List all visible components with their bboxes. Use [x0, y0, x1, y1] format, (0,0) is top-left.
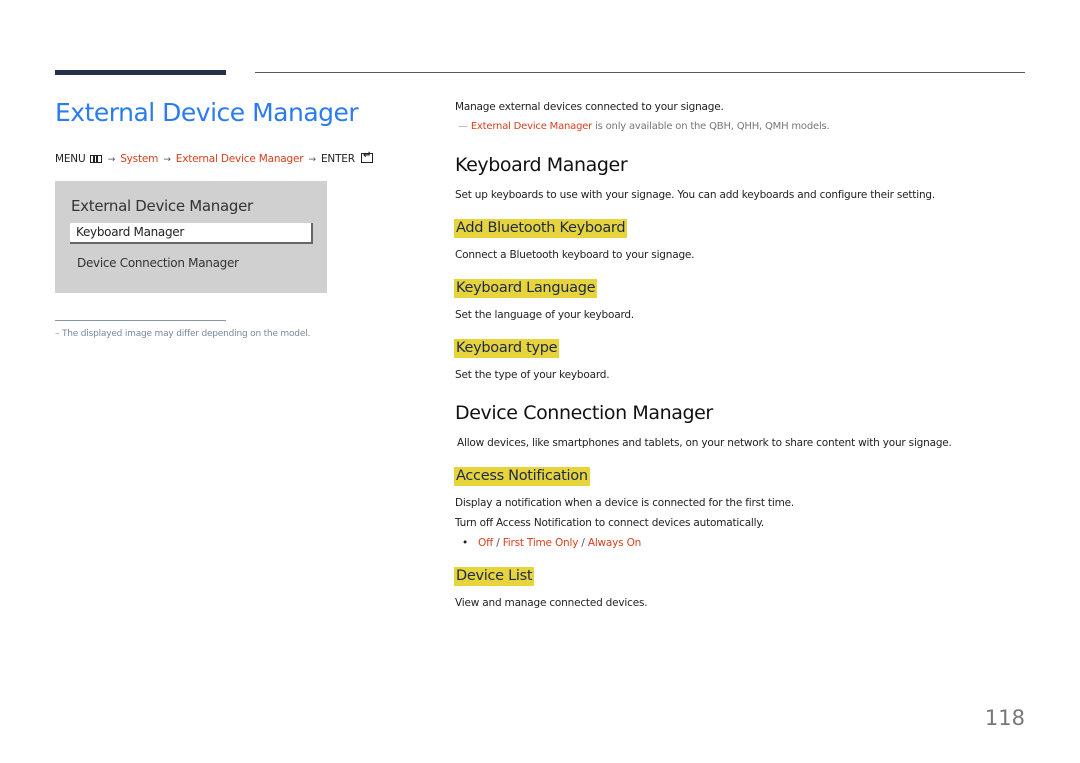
enter-label: ENTER: [321, 153, 355, 165]
add-bluetooth-keyboard-description: Connect a Bluetooth keyboard to your sig…: [455, 249, 695, 261]
heading-keyboard-language: Keyboard Language: [454, 279, 598, 298]
image-disclaimer-note: – The displayed image may differ dependi…: [55, 329, 311, 339]
arrow-icon: →: [308, 155, 317, 165]
access-notification-description-2: Turn off Access Notification to connect …: [455, 517, 765, 529]
option-separator: /: [578, 537, 588, 549]
menu-icon: [89, 155, 102, 163]
note-highlight: External Device Manager: [470, 121, 593, 132]
intro-text: Manage external devices connected to you…: [455, 101, 724, 113]
option-off: Off: [478, 537, 494, 549]
note-divider: [55, 320, 226, 321]
header-rule-thin: [255, 72, 1025, 73]
menu-path-system: System: [120, 153, 159, 165]
heading-access-notification: Access Notification: [454, 467, 590, 486]
enter-icon: [360, 150, 373, 163]
model-availability-note: — External Device Manager is only availab…: [458, 121, 830, 132]
access-notification-options: • Off / First Time Only / Always On: [462, 537, 641, 549]
option-first-time-only: First Time Only: [502, 537, 579, 549]
osd-title: External Device Manager: [71, 197, 253, 215]
header-rule-thick: [55, 70, 226, 75]
heading-device-connection-manager: Device Connection Manager: [455, 402, 713, 424]
page-title: External Device Manager: [55, 98, 359, 127]
arrow-icon: →: [107, 155, 116, 165]
option-always-on: Always On: [587, 537, 642, 549]
keyboard-language-description: Set the language of your keyboard.: [455, 309, 635, 321]
heading-keyboard-type: Keyboard type: [454, 339, 560, 358]
osd-menu-screenshot: External Device Manager Keyboard Manager…: [55, 181, 327, 293]
note-dash: —: [458, 121, 468, 132]
device-list-description: View and manage connected devices.: [455, 597, 648, 609]
heading-device-list: Device List: [454, 567, 535, 586]
keyboard-manager-description: Set up keyboards to use with your signag…: [455, 189, 936, 201]
menu-path-external-device-manager: External Device Manager: [175, 153, 304, 165]
arrow-icon: →: [163, 155, 171, 165]
bullet-icon: •: [462, 537, 468, 549]
heading-keyboard-manager: Keyboard Manager: [455, 154, 628, 176]
menu-path: MENU → System → External Device Manager …: [55, 150, 373, 165]
keyboard-type-description: Set the type of your keyboard.: [455, 369, 610, 381]
device-connection-manager-description: Allow devices, like smartphones and tabl…: [457, 437, 952, 449]
menu-label: MENU: [55, 153, 86, 165]
access-notification-description-1: Display a notification when a device is …: [455, 497, 794, 509]
osd-item-keyboard-manager: Keyboard Manager: [70, 223, 313, 244]
option-separator: /: [493, 537, 503, 549]
note-rest: is only available on the QBH, QHH, QMH m…: [592, 121, 830, 132]
page-number: 118: [984, 706, 1025, 730]
heading-add-bluetooth-keyboard: Add Bluetooth Keyboard: [454, 219, 628, 238]
osd-item-device-connection-manager: Device Connection Manager: [77, 256, 239, 270]
